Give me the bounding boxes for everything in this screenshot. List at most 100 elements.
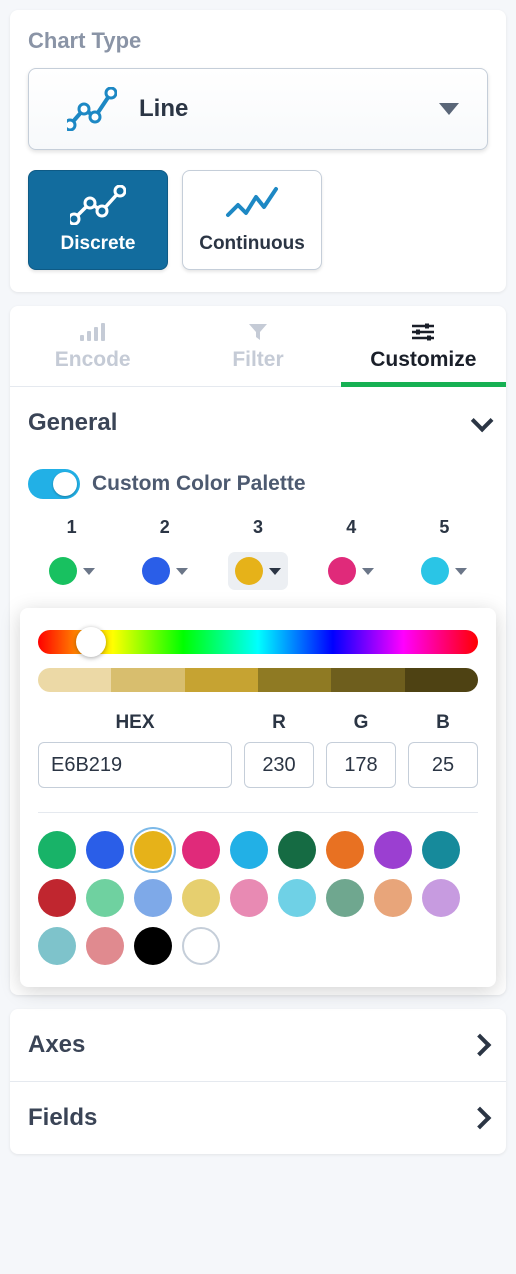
shade-segment[interactable] [405, 668, 478, 692]
preset-color[interactable] [86, 831, 124, 869]
color-dot [142, 557, 170, 585]
preset-color[interactable] [326, 831, 364, 869]
b-label: B [436, 712, 450, 734]
panel-tabs: Encode Filter Customize [10, 306, 506, 387]
section-axes-label: Axes [28, 1031, 85, 1059]
chevron-right-icon [469, 1107, 492, 1130]
swatch-number: 5 [439, 517, 449, 538]
g-input[interactable] [326, 742, 396, 788]
preset-color[interactable] [86, 927, 124, 965]
discrete-icon [70, 185, 126, 225]
shade-segment[interactable] [185, 668, 258, 692]
b-input[interactable] [408, 742, 478, 788]
section-general-label: General [28, 409, 117, 437]
preset-color[interactable] [182, 879, 220, 917]
swatch-number: 4 [346, 517, 356, 538]
chevron-down-icon [83, 568, 95, 575]
shade-slider[interactable] [38, 668, 478, 692]
swatch-picker-2[interactable] [135, 552, 195, 590]
mode-discrete-button[interactable]: Discrete [28, 170, 168, 270]
chevron-right-icon [469, 1034, 492, 1057]
preset-color[interactable] [230, 831, 268, 869]
mode-discrete-label: Discrete [61, 233, 136, 255]
hue-thumb[interactable] [76, 627, 106, 657]
shade-segment[interactable] [111, 668, 184, 692]
general-body: Custom Color Palette 1 2 3 4 5 HEX R G [10, 459, 506, 995]
custom-palette-label: Custom Color Palette [92, 472, 306, 496]
color-dot [328, 557, 356, 585]
chevron-down-icon [269, 568, 281, 575]
funnel-icon [248, 322, 268, 342]
hex-label: HEX [115, 712, 154, 734]
preset-color[interactable] [422, 831, 460, 869]
chevron-down-icon [471, 410, 494, 433]
continuous-icon [224, 185, 280, 225]
preset-color[interactable] [38, 927, 76, 965]
customize-panel: Encode Filter Customize Gene [10, 306, 506, 995]
chart-mode-toggle: Discrete Continuous [28, 170, 488, 270]
color-inputs: HEX R G B [38, 712, 478, 788]
swatch-col-3: 3 [214, 517, 301, 590]
g-label: G [354, 712, 369, 734]
preset-color[interactable] [38, 879, 76, 917]
preset-color[interactable] [86, 879, 124, 917]
chart-type-title: Chart Type [28, 28, 488, 54]
color-dot [49, 557, 77, 585]
chevron-down-icon [362, 568, 374, 575]
swatch-picker-3[interactable] [228, 552, 288, 590]
color-dot [235, 557, 263, 585]
tab-filter-label: Filter [232, 348, 283, 372]
chart-type-value: Line [139, 95, 439, 123]
preset-color[interactable] [278, 879, 316, 917]
palette-swatches: 1 2 3 4 5 [24, 517, 492, 590]
section-general[interactable]: General [10, 387, 506, 459]
swatch-picker-4[interactable] [321, 552, 381, 590]
color-picker: HEX R G B [20, 608, 496, 987]
preset-color[interactable] [326, 879, 364, 917]
section-fields-label: Fields [28, 1104, 97, 1132]
shade-segment[interactable] [38, 668, 111, 692]
swatch-col-5: 5 [401, 517, 488, 590]
chevron-down-icon [176, 568, 188, 575]
swatch-col-1: 1 [28, 517, 115, 590]
shade-segment[interactable] [258, 668, 331, 692]
swatch-picker-1[interactable] [42, 552, 102, 590]
preset-color[interactable] [374, 879, 412, 917]
custom-palette-toggle[interactable] [28, 469, 80, 499]
preset-colors [38, 831, 478, 965]
preset-color[interactable] [278, 831, 316, 869]
sliders-icon [412, 323, 434, 341]
chevron-down-icon [455, 568, 467, 575]
hex-input[interactable] [38, 742, 232, 788]
preset-color[interactable] [134, 879, 172, 917]
preset-color-none[interactable] [182, 927, 220, 965]
color-dot [421, 557, 449, 585]
tab-customize[interactable]: Customize [341, 306, 506, 386]
preset-color[interactable] [230, 879, 268, 917]
section-axes[interactable]: Axes [10, 1009, 506, 1081]
r-label: R [272, 712, 286, 734]
swatch-col-2: 2 [121, 517, 208, 590]
tab-encode[interactable]: Encode [10, 306, 175, 386]
preset-color[interactable] [182, 831, 220, 869]
chevron-down-icon [439, 103, 459, 115]
chart-type-dropdown[interactable]: Line [28, 68, 488, 150]
mode-continuous-label: Continuous [199, 233, 305, 255]
preset-color[interactable] [38, 831, 76, 869]
tab-filter[interactable]: Filter [175, 306, 340, 386]
r-input[interactable] [244, 742, 314, 788]
shade-segment[interactable] [331, 668, 404, 692]
chart-type-panel: Chart Type Line Discrete C [10, 10, 506, 292]
preset-color[interactable] [134, 831, 172, 869]
swatch-number: 2 [160, 517, 170, 538]
preset-color[interactable] [422, 879, 460, 917]
hue-slider[interactable] [38, 630, 478, 654]
section-fields[interactable]: Fields [10, 1081, 506, 1154]
tab-encode-label: Encode [55, 348, 131, 372]
preset-color[interactable] [374, 831, 412, 869]
line-chart-icon [67, 87, 117, 131]
mode-continuous-button[interactable]: Continuous [182, 170, 322, 270]
swatch-number: 3 [253, 517, 263, 538]
preset-color[interactable] [134, 927, 172, 965]
swatch-picker-5[interactable] [414, 552, 474, 590]
